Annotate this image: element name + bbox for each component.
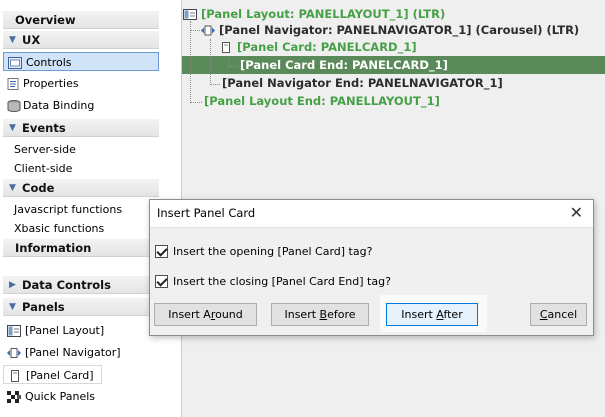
sidebar-item-label: [Panel Navigator]	[25, 346, 121, 359]
collapse-arrow-icon: ▼	[9, 35, 16, 45]
section-data-controls-label: Data Controls	[22, 278, 111, 292]
insert-panel-card-dialog: Insert Panel Card ✕ Insert the opening […	[149, 199, 594, 336]
tree-node-label: [Panel Layout: PANELLAYOUT_1] (LTR)	[201, 7, 446, 21]
btn-text: Insert	[284, 308, 320, 321]
panel-layout-icon	[183, 9, 197, 20]
section-code[interactable]: ▼ Code	[3, 179, 159, 197]
quick-panels-icon	[7, 391, 21, 403]
controls-icon	[8, 57, 22, 69]
opening-tag-label: Insert the opening [Panel Card] tag?	[173, 245, 373, 258]
sidebar-item-xbasic-functions[interactable]: Xbasic functions	[3, 219, 159, 238]
section-ux-label: UX	[22, 33, 41, 47]
sidebar-item-label: Server-side	[14, 143, 76, 156]
sidebar-item-javascript-functions[interactable]: Javascript functions	[3, 200, 159, 219]
section-information-label: Information	[15, 241, 92, 255]
btn-text: Insert	[401, 308, 437, 321]
tree-node-label: [Panel Card: PANELCARD_1]	[237, 40, 417, 54]
btn-text: ancel	[547, 308, 578, 321]
sidebar-item-label: Properties	[23, 77, 79, 90]
btn-text: Insert A	[168, 308, 211, 321]
database-icon	[7, 100, 21, 112]
sidebar-item-controls[interactable]: Controls	[3, 52, 159, 71]
panel-navigator-icon	[201, 25, 215, 36]
insert-before-button[interactable]: Insert Before	[271, 303, 369, 326]
sidebar-item-label: [Panel Layout]	[25, 324, 105, 337]
btn-text: efore	[327, 308, 356, 321]
sidebar-item-panel-navigator[interactable]: [Panel Navigator]	[3, 343, 159, 362]
sidebar-item-client-side[interactable]: Client-side	[3, 159, 159, 178]
sidebar-item-server-side[interactable]: Server-side	[3, 140, 159, 159]
panel-card-icon	[11, 370, 19, 382]
sidebar-item-quick-panels[interactable]: Quick Panels	[3, 387, 159, 406]
sidebar-item-label: Data Binding	[23, 99, 95, 112]
tree-connector	[190, 102, 202, 103]
panel-navigator-icon	[7, 348, 21, 358]
sidebar-item-label: Controls	[26, 56, 72, 69]
sidebar-item-panel-card[interactable]: [Panel Card]	[3, 365, 102, 384]
section-overview[interactable]: Overview	[3, 11, 159, 29]
section-code-label: Code	[22, 181, 55, 195]
tree-connector	[210, 84, 220, 85]
tree-connector	[210, 39, 211, 85]
dialog-title: Insert Panel Card	[157, 206, 256, 220]
btn-accel: B	[319, 308, 328, 321]
section-panels[interactable]: ▼ Panels	[3, 298, 159, 316]
tree-node-label: [Panel Layout End: PANELLAYOUT_1]	[204, 94, 440, 108]
section-information[interactable]: Information	[3, 239, 159, 257]
dialog-titlebar: Insert Panel Card ✕	[150, 200, 593, 228]
tree-node-label: [Panel Card End: PANELCARD_1]	[240, 58, 448, 72]
sidebar-item-label: Client-side	[14, 162, 73, 175]
tree-node-label: [Panel Navigator: PANELNAVIGATOR_1] (Car…	[219, 23, 580, 37]
btn-text: ound	[215, 308, 243, 321]
close-icon[interactable]: ✕	[570, 205, 583, 221]
insert-after-button[interactable]: Insert After	[386, 303, 478, 326]
btn-accel: C	[539, 308, 548, 321]
sidebar-item-properties[interactable]: Properties	[3, 74, 159, 93]
properties-icon	[7, 78, 19, 90]
sidebar-item-label: [Panel Card]	[26, 369, 94, 382]
sidebar-item-panel-layout[interactable]: [Panel Layout]	[3, 321, 159, 340]
tree-connector	[190, 21, 191, 103]
sidebar-item-label: Javascript functions	[14, 203, 123, 216]
btn-text: fter	[443, 308, 463, 321]
collapse-arrow-icon: ▼	[9, 123, 16, 133]
insert-around-button[interactable]: Insert Around	[154, 303, 257, 326]
panel-layout-icon	[7, 325, 21, 337]
cancel-button[interactable]: Cancel	[530, 303, 587, 326]
opening-tag-checkbox[interactable]	[155, 245, 168, 258]
section-panels-label: Panels	[22, 300, 65, 314]
panel-card-icon	[222, 42, 230, 53]
closing-tag-label: Insert the closing [Panel Card End] tag?	[173, 275, 391, 288]
sidebar-item-label: Xbasic functions	[14, 222, 105, 235]
section-data-controls[interactable]: ▶ Data Controls	[3, 276, 159, 294]
tree-node-label: [Panel Navigator End: PANELNAVIGATOR_1]	[222, 76, 503, 90]
section-ux[interactable]: ▼ UX	[3, 31, 159, 49]
expand-arrow-icon: ▶	[9, 280, 16, 290]
closing-tag-checkbox[interactable]	[155, 275, 168, 288]
section-events[interactable]: ▼ Events	[3, 119, 159, 137]
sidebar-item-label: Quick Panels	[25, 390, 96, 403]
collapse-arrow-icon: ▼	[9, 183, 16, 193]
section-overview-label: Overview	[15, 13, 76, 27]
tree-connector	[228, 66, 238, 67]
section-events-label: Events	[22, 121, 66, 135]
sidebar-item-data-binding[interactable]: Data Binding	[3, 96, 159, 115]
collapse-arrow-icon: ▼	[9, 302, 16, 312]
